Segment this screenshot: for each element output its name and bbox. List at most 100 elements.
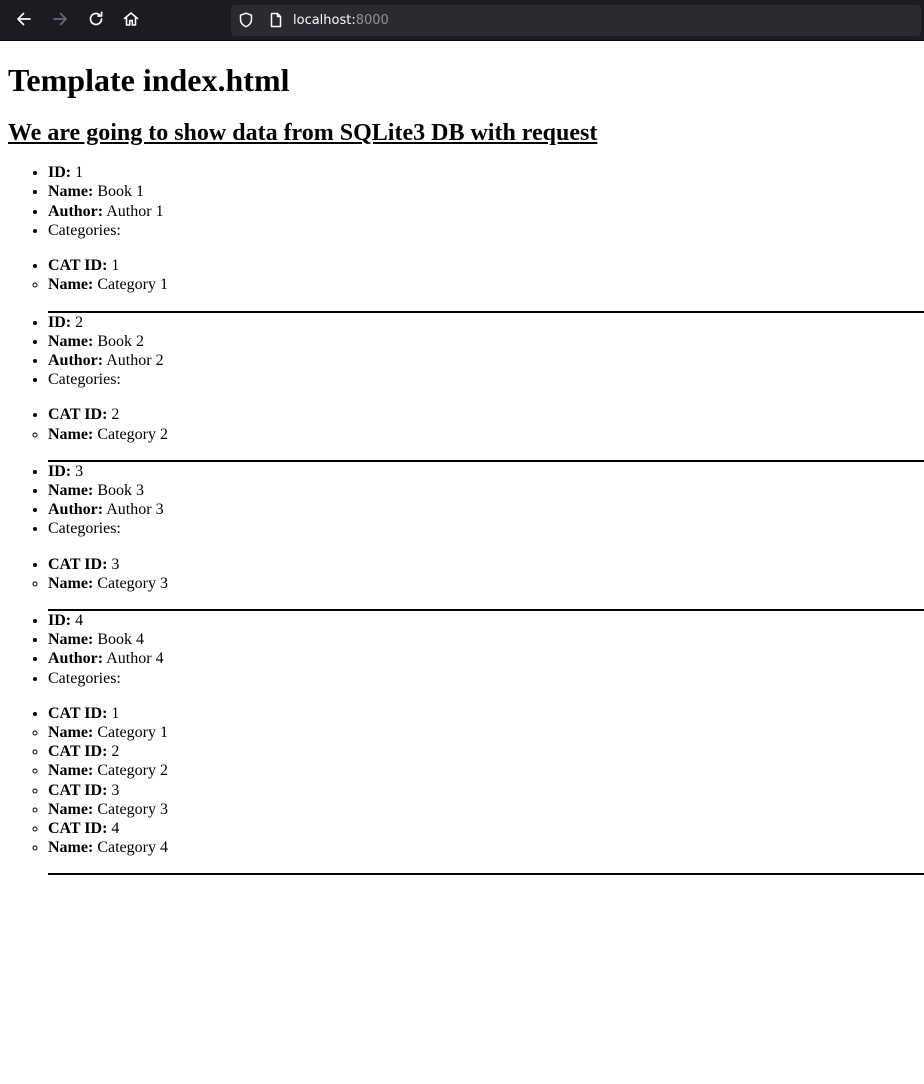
page-subtitle: We are going to show data from SQLite3 D… (8, 120, 598, 147)
category-name: Name: Category 3 (48, 574, 924, 593)
category-id-label: CAT ID: (48, 781, 108, 799)
category-name-value: Category 1 (97, 723, 168, 741)
category-name-label: Name: (48, 425, 94, 443)
book-name-label: Name: (48, 183, 94, 201)
categories-list: CAT ID: 1Name: Category 1 (48, 256, 924, 294)
book-categories-label: Categories: (48, 669, 121, 687)
category-name-value: Category 3 (97, 574, 168, 592)
category-id-value: 2 (111, 406, 120, 424)
category-name: Name: Category 2 (48, 761, 924, 780)
category-id-value: 2 (111, 743, 120, 761)
book-author-value: Author 4 (106, 650, 164, 668)
category-id-value: 4 (111, 819, 120, 837)
book-name: Name: Book 3 (48, 481, 924, 500)
reload-icon (87, 10, 105, 33)
book-id-label: ID: (48, 164, 72, 182)
book-author: Author: Author 4 (48, 649, 924, 668)
url-port: 8000 (355, 13, 389, 28)
category-id-label: CAT ID: (48, 406, 108, 424)
book-author-label: Author: (48, 351, 104, 369)
book-author-value: Author 1 (106, 202, 164, 220)
arrow-left-icon (15, 10, 33, 33)
book-categories: Categories: (48, 221, 924, 240)
book-name-label: Name: (48, 332, 94, 350)
category-name: Name: Category 3 (48, 800, 924, 819)
category-name-value: Category 1 (97, 276, 168, 294)
book-name: Name: Book 1 (48, 182, 924, 201)
book-id: ID: 4 (48, 611, 924, 630)
book-categories-label: Categories: (48, 371, 121, 389)
forward-button[interactable] (46, 7, 74, 35)
category-name-label: Name: (48, 762, 94, 780)
url-bar[interactable]: localhost:8000 (231, 5, 921, 36)
book-categories: Categories: (48, 669, 924, 688)
page-title: Template index.html (8, 62, 290, 99)
book-categories: Categories: (48, 519, 924, 538)
category-id-label: CAT ID: (48, 704, 108, 722)
category-id: CAT ID: 2 (48, 405, 924, 424)
category-id: CAT ID: 1 (48, 256, 924, 275)
category-name: Name: Category 1 (48, 723, 924, 742)
category-id-label: CAT ID: (48, 743, 108, 761)
book-id-label: ID: (48, 611, 72, 629)
category-id-value: 1 (111, 257, 120, 275)
book-id-value: 1 (75, 164, 84, 182)
category-id: CAT ID: 1 (48, 704, 924, 723)
book-author-value: Author 2 (106, 351, 164, 369)
book-author-value: Author 3 (106, 501, 164, 519)
book-id-label: ID: (48, 462, 72, 480)
category-name-label: Name: (48, 574, 94, 592)
category-id: CAT ID: 3 (48, 781, 924, 800)
book-id-value: 2 (75, 313, 84, 331)
home-button[interactable] (117, 7, 145, 35)
book-name: Name: Book 4 (48, 630, 924, 649)
book-name-label: Name: (48, 481, 94, 499)
book-name-label: Name: (48, 631, 94, 649)
category-name-value: Category 3 (97, 800, 168, 818)
category-id-label: CAT ID: (48, 257, 108, 275)
category-id-label: CAT ID: (48, 819, 108, 837)
category-id: CAT ID: 4 (48, 819, 924, 838)
book-id-label: ID: (48, 313, 72, 331)
categories-list: CAT ID: 2Name: Category 2 (48, 405, 924, 443)
book-id-value: 4 (75, 611, 84, 629)
book-name-value: Book 4 (97, 631, 144, 649)
book-id: ID: 3 (48, 462, 924, 481)
back-button[interactable] (10, 7, 38, 35)
categories-list: CAT ID: 1Name: Category 1CAT ID: 2Name: … (48, 704, 924, 858)
category-id-value: 3 (111, 555, 120, 573)
book-name-value: Book 2 (97, 332, 144, 350)
book-id: ID: 2 (48, 313, 924, 332)
category-name-label: Name: (48, 800, 94, 818)
url-text[interactable]: localhost:8000 (293, 12, 389, 29)
category-name-label: Name: (48, 723, 94, 741)
book-author-label: Author: (48, 650, 104, 668)
categories-list: CAT ID: 3Name: Category 3 (48, 555, 924, 593)
book-name-value: Book 3 (97, 481, 144, 499)
category-name-value: Category 4 (97, 839, 168, 857)
book-name-value: Book 1 (97, 183, 144, 201)
category-name-label: Name: (48, 276, 94, 294)
book-separator (48, 873, 924, 876)
shield-icon[interactable] (237, 11, 255, 29)
books-list: ID: 1Name: Book 1Author: Author 1Categor… (8, 163, 924, 876)
category-name-label: Name: (48, 839, 94, 857)
category-id-label: CAT ID: (48, 555, 108, 573)
book-name: Name: Book 2 (48, 332, 924, 351)
category-id: CAT ID: 3 (48, 555, 924, 574)
category-name-value: Category 2 (97, 762, 168, 780)
category-name: Name: Category 1 (48, 275, 924, 294)
category-name-value: Category 2 (97, 425, 168, 443)
home-icon (122, 10, 140, 33)
book-id-value: 3 (75, 462, 84, 480)
page-icon (267, 11, 285, 29)
category-name: Name: Category 4 (48, 838, 924, 857)
reload-button[interactable] (82, 7, 110, 35)
category-id: CAT ID: 2 (48, 742, 924, 761)
category-id-value: 3 (111, 781, 120, 799)
book-id: ID: 1 (48, 163, 924, 182)
category-name: Name: Category 2 (48, 425, 924, 444)
book-author: Author: Author 3 (48, 500, 924, 519)
url-host: localhost: (293, 13, 356, 28)
book-author: Author: Author 2 (48, 351, 924, 370)
